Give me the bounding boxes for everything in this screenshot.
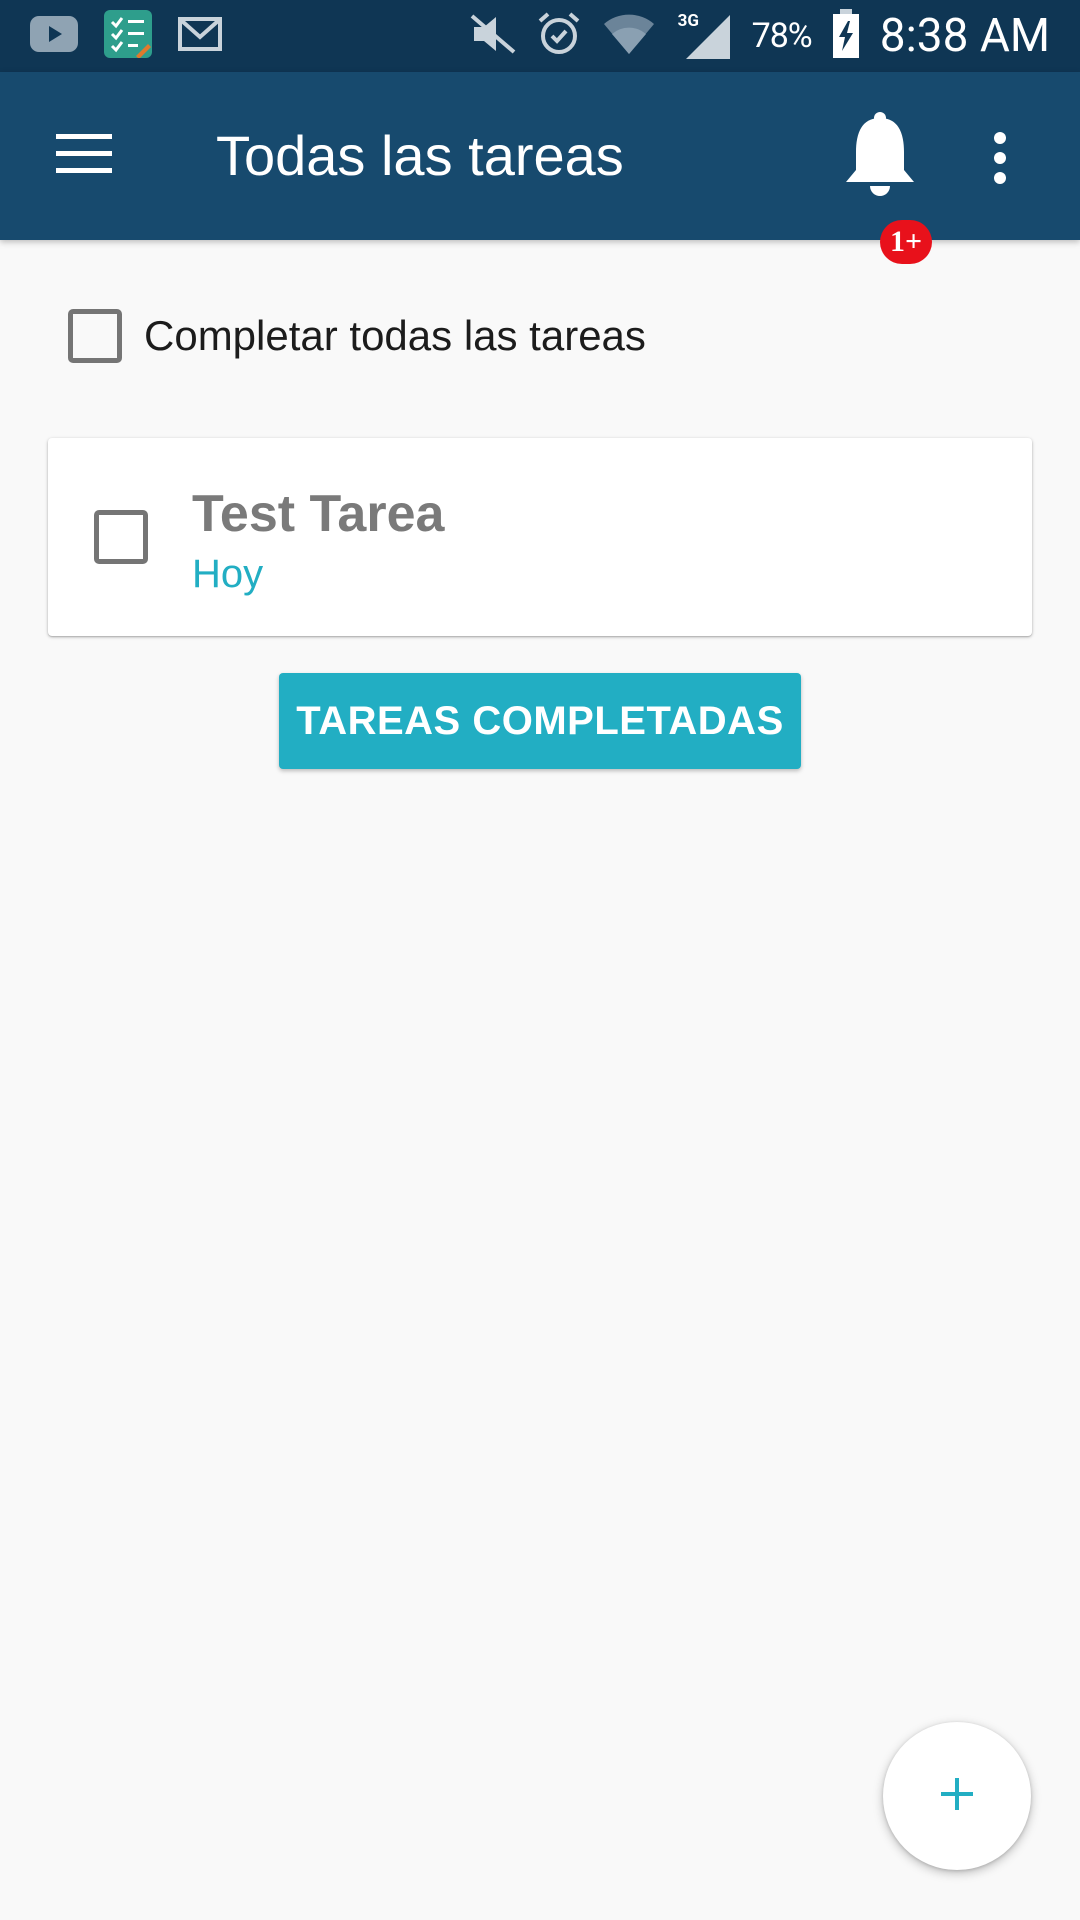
- app-bar: Todas las tareas 1+: [0, 72, 1080, 264]
- alarm-icon: [536, 11, 582, 61]
- more-vert-icon: [990, 132, 1010, 188]
- status-bar: 3G 78% 8:38 AM: [0, 0, 1080, 72]
- complete-all-checkbox[interactable]: [68, 309, 122, 363]
- add-task-fab[interactable]: [883, 1722, 1031, 1870]
- menu-button[interactable]: [40, 120, 128, 192]
- completed-tasks-button[interactable]: TAREAS COMPLETADAS: [279, 673, 801, 769]
- overflow-menu-button[interactable]: [990, 132, 1040, 232]
- page-title: Todas las tareas: [216, 124, 624, 187]
- task-app-icon: [104, 10, 152, 62]
- complete-all-row[interactable]: Completar todas las tareas: [68, 306, 646, 366]
- gmail-icon: [178, 17, 222, 55]
- battery-charging-icon: [832, 9, 860, 63]
- task-card[interactable]: Test Tarea Hoy: [48, 438, 1032, 636]
- notification-badge: 1+: [880, 220, 932, 264]
- clock: 8:38 AM: [879, 9, 1050, 63]
- notification-icons: [30, 10, 222, 62]
- notifications-button[interactable]: [840, 110, 940, 210]
- add-icon: [937, 1774, 977, 1818]
- task-due-date: Hoy: [192, 552, 264, 596]
- menu-icon: [56, 134, 112, 178]
- task-checkbox[interactable]: [94, 510, 148, 564]
- battery-percent: 78%: [751, 16, 813, 56]
- signal-3g-icon: 3G: [676, 11, 732, 61]
- bell-icon: [840, 112, 920, 204]
- task-title: Test Tarea: [192, 485, 445, 543]
- wifi-icon: [602, 12, 656, 60]
- system-icons: 3G 78% 8:38 AM: [470, 8, 1050, 64]
- youtube-icon: [30, 16, 78, 56]
- complete-all-label: Completar todas las tareas: [144, 312, 646, 359]
- mute-icon: [470, 12, 516, 60]
